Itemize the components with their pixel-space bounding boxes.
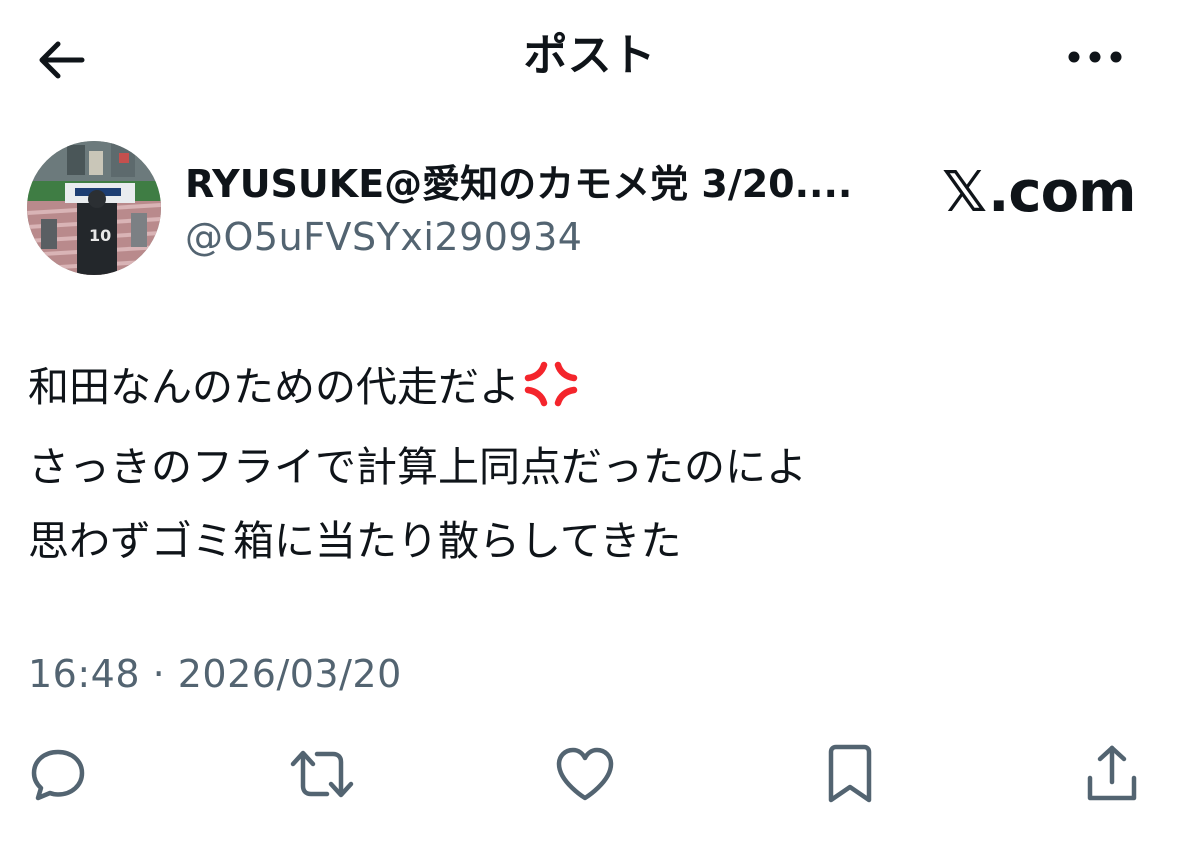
repost-icon: [290, 750, 354, 798]
x-logo-glyph: 𝕏: [942, 160, 987, 225]
x-com-logo: 𝕏 .com: [942, 160, 1136, 226]
bookmark-icon: [828, 744, 872, 803]
more-horizontal-icon: [1068, 51, 1122, 63]
avatar-photo: 10: [27, 141, 161, 275]
author-handle[interactable]: @O5uFVSYxi290934: [185, 212, 582, 262]
reply-button[interactable]: [22, 738, 94, 810]
post-line-text: 和田なんのための代走だよ: [28, 363, 520, 411]
avatar[interactable]: 10: [27, 141, 161, 275]
post-line: 思わずゴミ箱に当たり散らしてきた: [28, 517, 682, 565]
bookmark-button[interactable]: [814, 738, 886, 810]
post-timestamp[interactable]: 16:48 · 2026/03/20: [28, 648, 402, 700]
post-line: さっきのフライで計算上同点だったのによ: [28, 443, 807, 491]
back-button[interactable]: [28, 28, 92, 92]
svg-text:10: 10: [89, 226, 111, 245]
like-button[interactable]: [549, 738, 621, 810]
page-title: ポスト: [523, 30, 656, 81]
share-icon: [1087, 745, 1137, 801]
reply-icon: [31, 749, 85, 801]
post-text: 和田なんのための代走だよ さっきのフライで計算上同点だったのによ 思わずゴミ箱に…: [28, 350, 1148, 578]
heart-icon: [556, 747, 614, 801]
anger-symbol-icon: [524, 356, 578, 430]
more-options-button[interactable]: [1060, 32, 1130, 82]
share-button[interactable]: [1076, 738, 1148, 810]
post-line: 和田なんのための代走だよ: [28, 350, 1148, 430]
repost-button[interactable]: [286, 738, 358, 810]
arrow-left-icon: [39, 41, 85, 79]
brand-domain: .com: [988, 160, 1136, 225]
author-display-name[interactable]: RYUSUKE@愛知のカモメ党 3/20....: [185, 158, 905, 210]
